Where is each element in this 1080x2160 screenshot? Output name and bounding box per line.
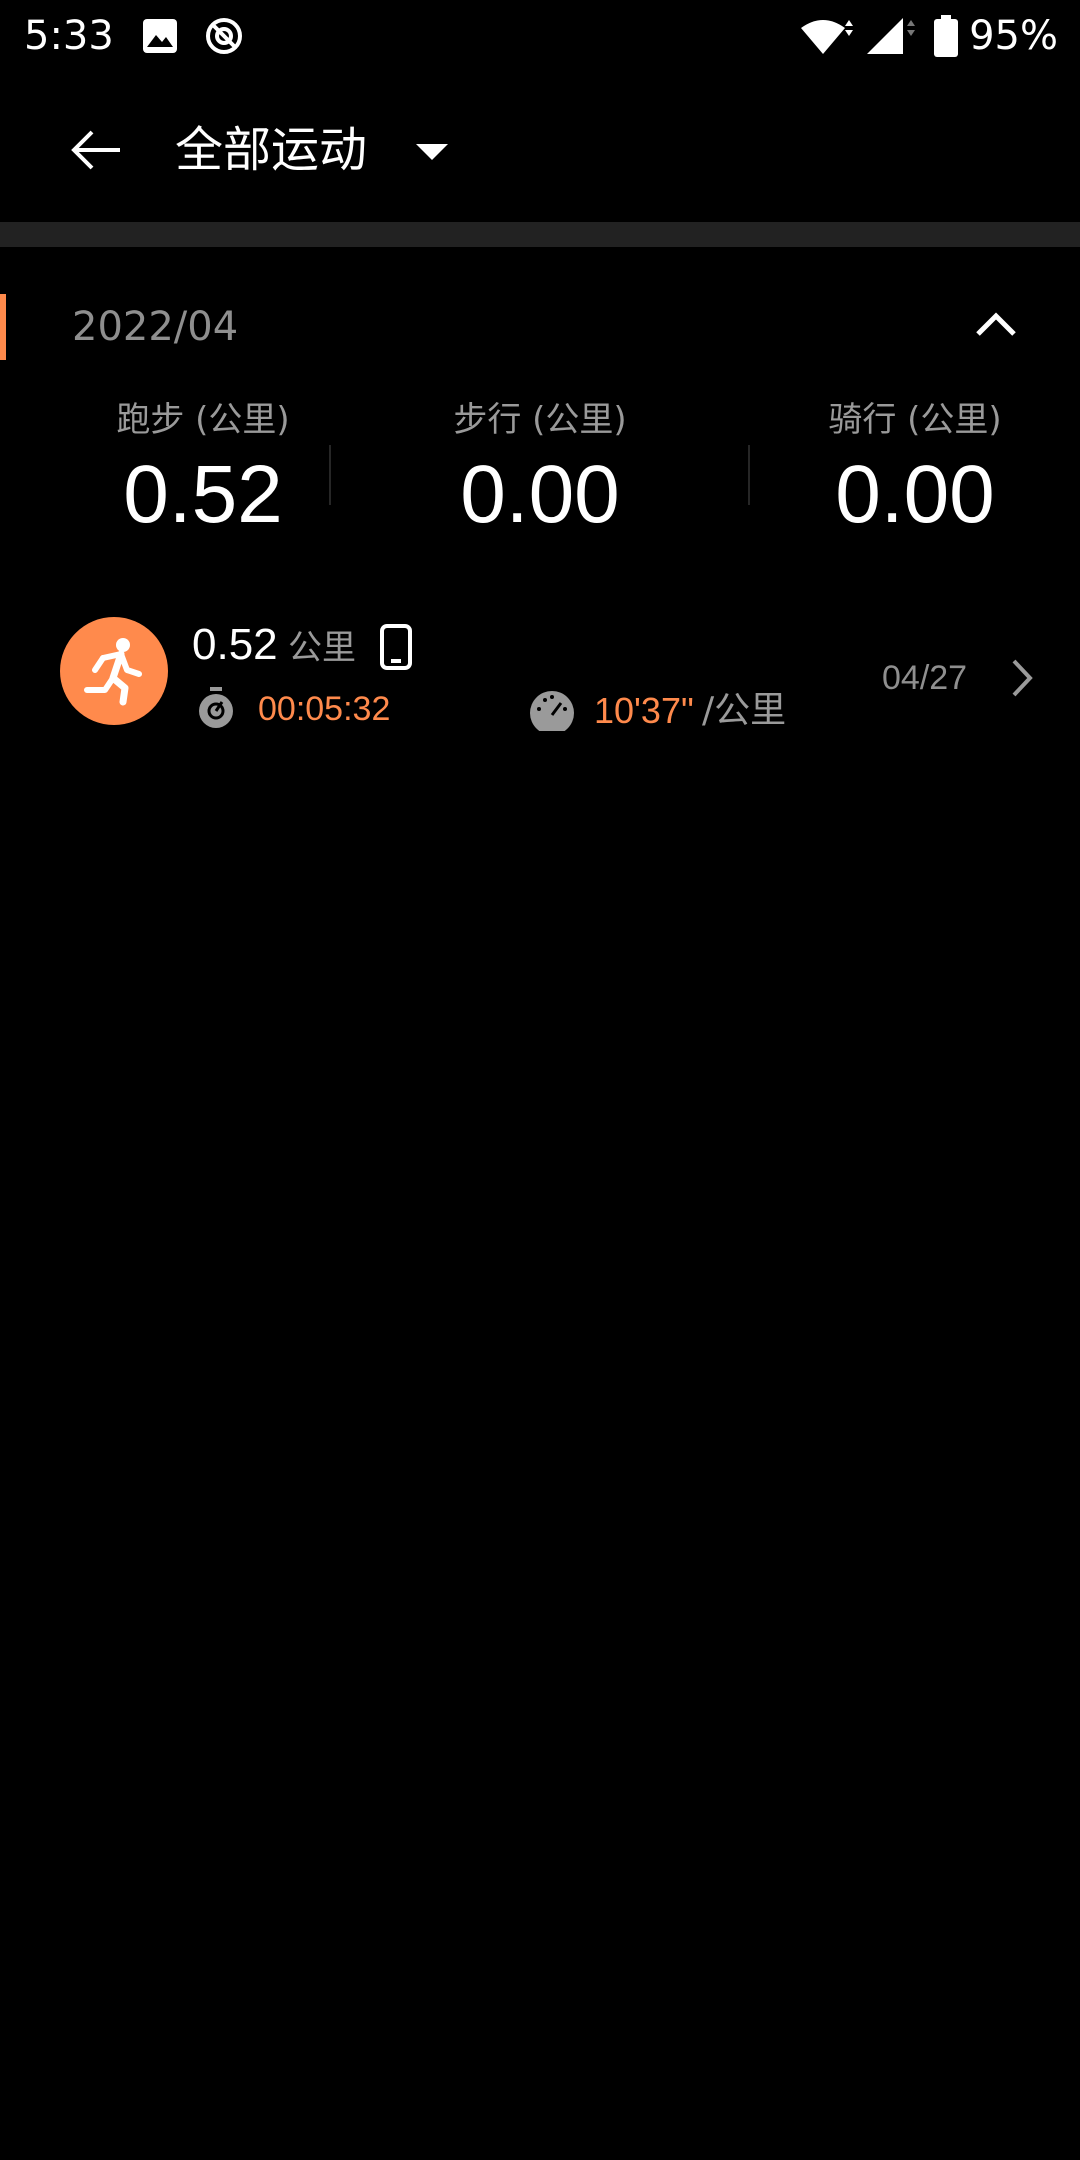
toolbar-divider [0, 222, 1080, 247]
status-time: 5:33 [24, 13, 114, 59]
battery-icon [934, 15, 959, 57]
summary-separator [748, 445, 750, 505]
activity-distance-unit: 公里 [288, 628, 356, 668]
summary-ride-value: 0.00 [835, 449, 995, 540]
image-icon [143, 19, 177, 53]
month-header[interactable]: 2022/04 [0, 292, 1080, 362]
chevron-up-icon[interactable] [970, 300, 1022, 352]
sync-icon [206, 18, 242, 54]
summary-separator [329, 445, 331, 505]
phone-icon [380, 624, 412, 670]
dropdown-triangle-icon[interactable] [410, 130, 454, 174]
signal-icon [867, 18, 916, 54]
summary-walk: 步行 (公里) 0.00 [390, 395, 690, 545]
summary-run: 跑步 (公里) 0.52 [53, 395, 353, 545]
activity-row[interactable]: 0.52 公里 00:05:32 10'37" /公里 04/27 [0, 605, 1080, 735]
page-title[interactable]: 全部运动 [175, 114, 367, 186]
activity-pace-unit: /公里 [702, 690, 787, 731]
summary-walk-label: 步行 (公里) [453, 400, 627, 440]
activity-date: 04/27 [882, 659, 968, 697]
battery-percent: 95% [969, 13, 1058, 59]
back-arrow-icon [71, 130, 120, 170]
stopwatch-icon [199, 687, 233, 728]
month-accent-bar [0, 294, 6, 360]
activity-duration: 00:05:32 [258, 690, 391, 728]
month-label: 2022/04 [72, 304, 239, 350]
speedometer-icon [530, 691, 574, 731]
summary-run-label: 跑步 (公里) [116, 400, 290, 440]
status-bar: 5:33 95% [0, 0, 1080, 72]
activity-distance: 0.52 [192, 620, 278, 669]
summary-walk-value: 0.00 [460, 449, 620, 540]
month-summary: 跑步 (公里) 0.52 步行 (公里) 0.00 骑行 (公里) 0.00 [0, 395, 1080, 545]
toolbar: 全部运动 [0, 72, 1080, 222]
summary-run-value: 0.52 [123, 449, 283, 540]
wifi-icon [801, 20, 854, 54]
summary-ride-label: 骑行 (公里) [828, 400, 1002, 440]
running-icon [60, 617, 168, 725]
chevron-right-icon[interactable] [1004, 653, 1040, 703]
status-right-group: 95% [799, 10, 1058, 62]
activity-pace: 10'37" [594, 690, 694, 731]
back-button[interactable] [60, 114, 132, 186]
summary-ride: 骑行 (公里) 0.00 [765, 395, 1065, 545]
